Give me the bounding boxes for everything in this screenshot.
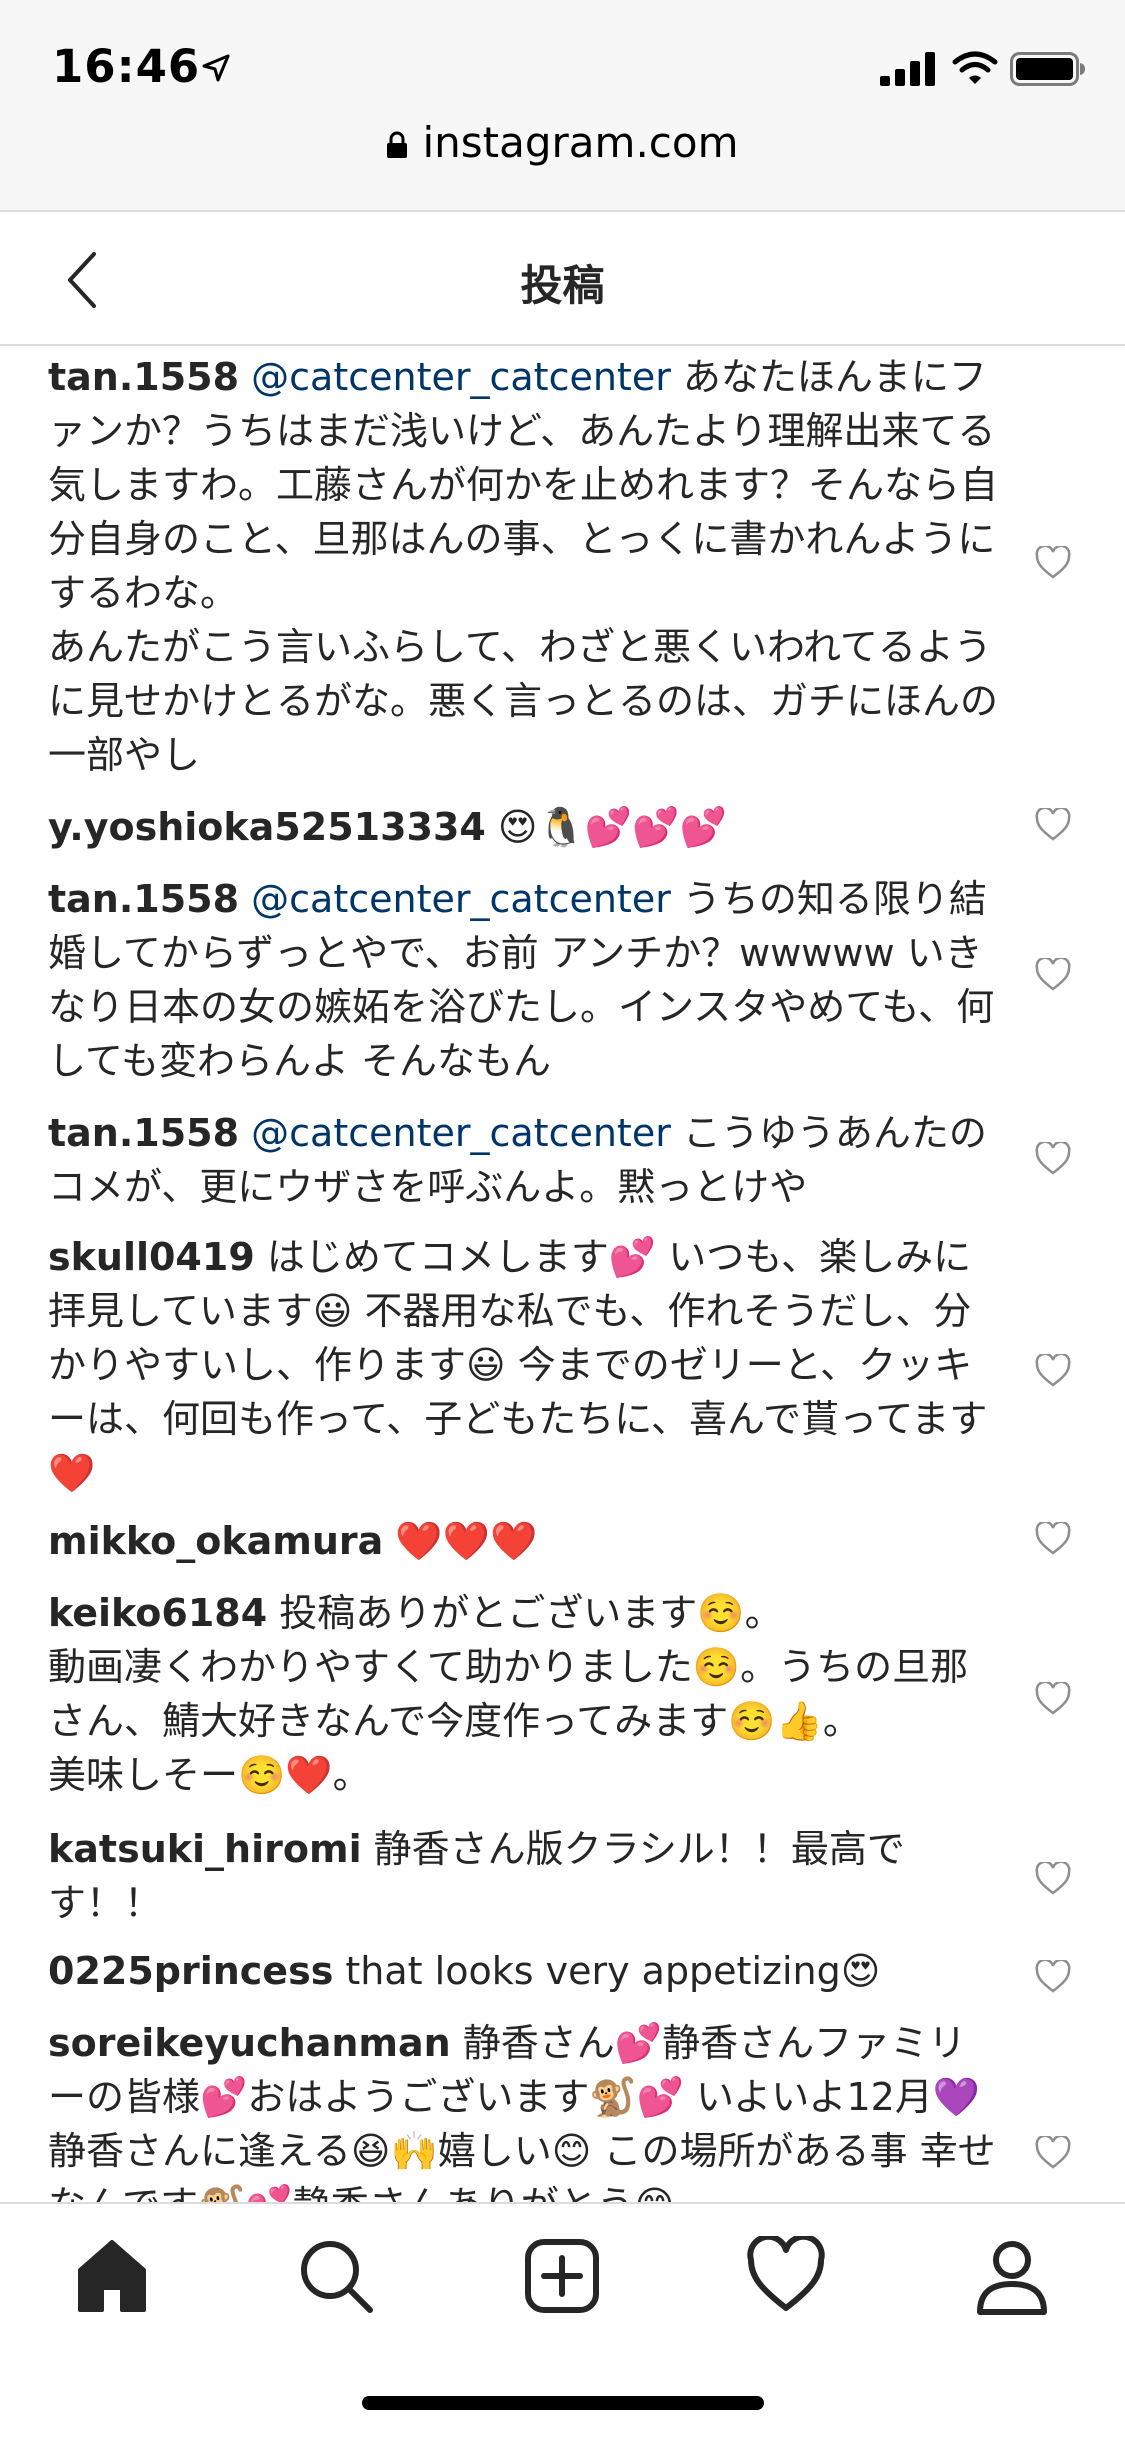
comment-username[interactable]: tan.1558 [48, 355, 239, 399]
comment-item: skull0419 はじめてコメします💕 いつも、楽しみに拝見しています😃 不器… [48, 1230, 998, 1500]
comment-mention[interactable]: @catcenter_catcenter [251, 355, 671, 399]
like-heart-icon[interactable] [1035, 958, 1071, 992]
comment-mention[interactable]: @catcenter_catcenter [251, 1111, 671, 1155]
comment-item: katsuki_hiromi 静香さん版クラシル！！最高です！！ [48, 1822, 998, 1930]
like-heart-icon[interactable] [1035, 1522, 1071, 1556]
home-icon[interactable] [72, 2236, 152, 2316]
wifi-icon [952, 51, 998, 84]
like-heart-icon[interactable] [1035, 546, 1071, 580]
status-time: 16:46 [52, 40, 201, 93]
comment-item: soreikeyuchanman 静香さん💕静香さんファミリーの皆様💕おはようご… [48, 2016, 998, 2202]
comment-list: tan.1558 @catcenter_catcenter あなたほんまにファン… [0, 346, 1125, 2202]
address-bar[interactable]: instagram.com [0, 118, 1125, 167]
home-indicator [362, 2396, 764, 2410]
browser-chrome: 16:46 instagram.com [0, 0, 1125, 212]
new-post-icon[interactable] [522, 2236, 602, 2316]
battery-icon [1010, 52, 1085, 86]
comment-username[interactable]: tan.1558 [48, 1111, 239, 1155]
comment-username[interactable]: katsuki_hiromi [48, 1827, 362, 1871]
comment-mention[interactable]: @catcenter_catcenter [251, 877, 671, 921]
comment-item: tan.1558 @catcenter_catcenter こうゆうあんたのコメ… [48, 1106, 998, 1214]
comment-text: ❤️❤️❤️ [383, 1519, 538, 1563]
url-text: instagram.com [422, 118, 739, 167]
like-heart-icon[interactable] [1035, 1960, 1071, 1994]
comment-text: あなたほんまにファンか？うちはまだ浅いけど、あんたより理解出来てる気しますわ。工… [48, 355, 999, 777]
comment-username[interactable]: y.yoshioka52513334 [48, 805, 486, 849]
cellular-signal-icon [880, 52, 935, 86]
like-heart-icon[interactable] [1035, 2136, 1071, 2170]
comment-item: 0225princess that looks very appetizing😍 [48, 1944, 998, 1998]
page-header: 投稿 [0, 212, 1125, 346]
profile-icon[interactable] [972, 2236, 1052, 2316]
like-heart-icon[interactable] [1035, 1142, 1071, 1176]
comment-item: keiko6184 投稿ありがとございます☺️。 動画凄くわかりやすくて助かりま… [48, 1586, 998, 1802]
comment-item: y.yoshioka52513334 😍🐧💕💕💕 [48, 800, 998, 854]
comment-item: tan.1558 @catcenter_catcenter あなたほんまにファン… [48, 350, 998, 782]
comment-username[interactable]: tan.1558 [48, 877, 239, 921]
comment-item: tan.1558 @catcenter_catcenter うちの知る限り結婚し… [48, 872, 998, 1088]
comment-username[interactable]: soreikeyuchanman [48, 2021, 451, 2065]
location-arrow-icon [202, 54, 230, 82]
search-icon[interactable] [296, 2236, 376, 2316]
activity-heart-icon[interactable] [746, 2236, 826, 2316]
comment-username[interactable]: skull0419 [48, 1235, 255, 1279]
comment-username[interactable]: 0225princess [48, 1949, 333, 1993]
like-heart-icon[interactable] [1035, 808, 1071, 842]
comment-item: mikko_okamura ❤️❤️❤️ [48, 1514, 998, 1568]
page-title: 投稿 [520, 261, 605, 310]
lock-icon [387, 131, 408, 158]
comment-username[interactable]: keiko6184 [48, 1591, 267, 1635]
comment-text: that looks very appetizing😍 [333, 1949, 881, 1993]
like-heart-icon[interactable] [1035, 1682, 1071, 1716]
like-heart-icon[interactable] [1035, 1862, 1071, 1896]
like-heart-icon[interactable] [1035, 1354, 1071, 1388]
comment-text: 😍🐧💕💕💕 [485, 805, 727, 849]
comment-username[interactable]: mikko_okamura [48, 1519, 383, 1563]
